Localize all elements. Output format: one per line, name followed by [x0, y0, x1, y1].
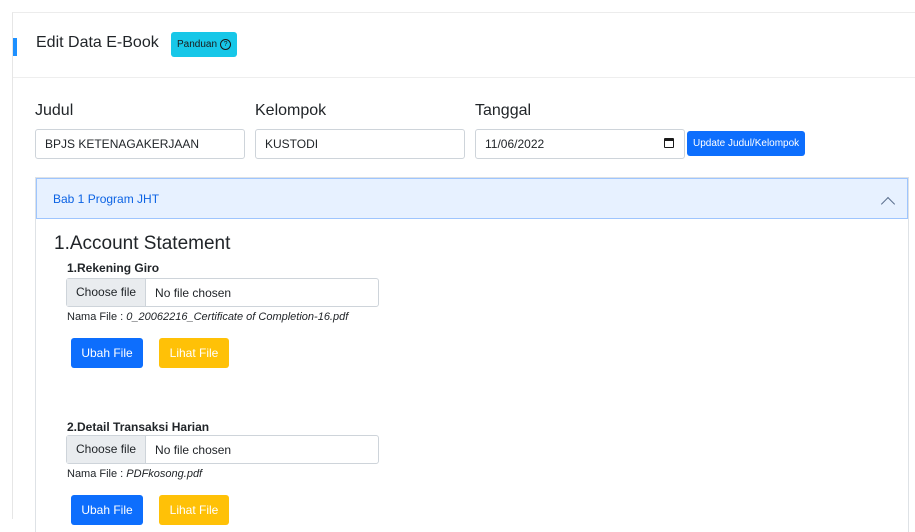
choose-file-button[interactable]: Choose file — [67, 279, 147, 306]
tanggal-value: 11/06/2022 — [485, 137, 545, 151]
kelompok-label: Kelompok — [255, 102, 327, 119]
accent-bar — [13, 38, 17, 56]
judul-label: Judul — [35, 102, 74, 119]
field-title-detail-transaksi: 2.Detail Transaksi Harian — [67, 420, 210, 434]
card-header: Edit Data E-Book Panduan ? — [13, 13, 915, 78]
edit-ebook-card: Edit Data E-Book Panduan ? Judul BPJS KE… — [12, 12, 915, 532]
filename-prefix: Nama File : — [67, 468, 127, 480]
field-title-rekening-giro: 1.Rekening Giro — [67, 261, 160, 275]
guide-label: Panduan — [177, 39, 218, 50]
filename-line: Nama File : PDFkosong.pdf — [67, 468, 202, 480]
page-title: Edit Data E-Book — [36, 34, 159, 51]
filename-prefix: Nama File : — [67, 311, 127, 323]
kelompok-input[interactable]: KUSTODI — [255, 129, 465, 159]
ubah-file-button[interactable]: Ubah File — [71, 338, 143, 368]
no-file-text: No file chosen — [155, 442, 232, 457]
chevron-up-icon — [880, 196, 896, 212]
file-input-rekening-giro[interactable]: Choose file No file chosen — [66, 278, 379, 307]
question-circle-icon: ? — [220, 39, 232, 50]
accordion-title: Bab 1 Program JHT — [53, 192, 160, 206]
file-input-detail-transaksi[interactable]: Choose file No file chosen — [66, 435, 379, 464]
section-title: 1.Account Statement — [54, 233, 231, 254]
ubah-file-button[interactable]: Ubah File — [71, 495, 143, 525]
filename-value: 0_20062216_Certificate of Completion-16.… — [126, 311, 349, 323]
judul-input[interactable]: BPJS KETENAGAKERJAAN — [35, 129, 245, 159]
guide-button[interactable]: Panduan ? — [171, 32, 238, 57]
accordion: Bab 1 Program JHT 1.Account Statement 1.… — [35, 177, 909, 532]
update-title-group-button[interactable]: Update Judul/Kelompok — [687, 131, 806, 156]
choose-file-button[interactable]: Choose file — [67, 436, 147, 463]
filename-value: PDFkosong.pdf — [126, 468, 203, 480]
lihat-file-button[interactable]: Lihat File — [159, 495, 229, 525]
no-file-text: No file chosen — [155, 285, 232, 300]
calendar-icon[interactable] — [664, 138, 674, 148]
accordion-header[interactable]: Bab 1 Program JHT — [36, 178, 908, 219]
tanggal-label: Tanggal — [475, 102, 532, 119]
tanggal-input[interactable]: 11/06/2022 — [475, 129, 685, 159]
filename-line: Nama File : 0_20062216_Certificate of Co… — [67, 311, 348, 323]
lihat-file-button[interactable]: Lihat File — [159, 338, 229, 368]
